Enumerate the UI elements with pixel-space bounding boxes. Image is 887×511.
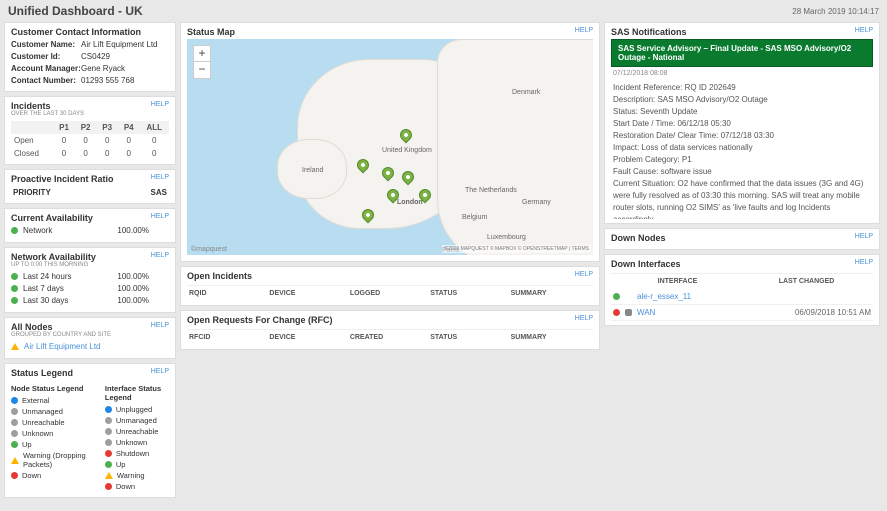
help-link[interactable]: HELP xyxy=(151,213,169,220)
down-interfaces-panel: HELP Down Interfaces INTERFACELAST CHANG… xyxy=(604,254,880,326)
help-link[interactable]: HELP xyxy=(151,174,169,181)
proactive-panel: HELP Proactive Incident Ratio PRIORITYSA… xyxy=(4,169,176,204)
help-link[interactable]: HELP xyxy=(855,233,873,240)
status-dot-icon xyxy=(11,227,18,234)
down-nodes-panel: HELP Down Nodes xyxy=(604,228,880,250)
status-dot-icon xyxy=(105,450,112,457)
status-dot-icon xyxy=(105,428,112,435)
all-nodes-panel: HELP All Nodes GROUPED BY COUNTRY AND SI… xyxy=(4,317,176,359)
incidents-panel: HELP Incidents OVER THE LAST 30 DAYS P1P… xyxy=(4,96,176,165)
map-zoom-controls: + − xyxy=(193,45,211,79)
status-dot-icon xyxy=(11,397,18,404)
rfc-panel: HELP Open Requests For Change (RFC) RFCI… xyxy=(180,310,600,350)
zoom-in-button[interactable]: + xyxy=(194,46,210,62)
status-legend-panel: HELP Status Legend Node Status Legend Ex… xyxy=(4,363,176,498)
interface-row[interactable]: WAN06/09/2018 10:51 AM xyxy=(611,305,873,321)
status-dot-icon xyxy=(105,439,112,446)
help-link[interactable]: HELP xyxy=(575,27,593,34)
help-link[interactable]: HELP xyxy=(151,322,169,329)
status-map-panel: HELP Status Map United Kingdom Ireland T… xyxy=(180,22,600,262)
warning-icon xyxy=(11,457,19,464)
help-link[interactable]: HELP xyxy=(855,27,873,34)
warning-icon xyxy=(105,472,113,479)
status-dot-icon xyxy=(11,297,18,304)
status-dot-icon xyxy=(11,472,18,479)
status-dot-icon xyxy=(11,285,18,292)
current-availability-panel: HELP Current Availability Network100.00% xyxy=(4,208,176,243)
node-item[interactable]: Air Lift Equipment Ltd xyxy=(11,342,169,351)
status-dot-icon xyxy=(105,417,112,424)
status-dot-icon xyxy=(613,309,620,316)
open-incidents-panel: HELP Open Incidents RQIDDEVICELOGGEDSTAT… xyxy=(180,266,600,306)
status-dot-icon xyxy=(11,273,18,280)
mapquest-logo: ©mapquest xyxy=(191,246,227,253)
notifications-panel: HELP SAS Notifications SAS Service Advis… xyxy=(604,22,880,224)
help-link[interactable]: HELP xyxy=(151,252,169,259)
status-dot-icon xyxy=(11,408,18,415)
warning-icon xyxy=(11,343,19,350)
status-dot-icon xyxy=(11,419,18,426)
network-availability-panel: HELP Network Availability UP TO 0:00 THI… xyxy=(4,247,176,313)
help-link[interactable]: HELP xyxy=(151,101,169,108)
notification-banner[interactable]: SAS Service Advisory – Final Update - SA… xyxy=(611,39,873,67)
status-dot-icon xyxy=(105,461,112,468)
status-dot-icon xyxy=(11,430,18,437)
contact-title: Customer Contact Information xyxy=(11,27,169,37)
map-attribution: ©2019 MAPQUEST © MAPBOX © OPENSTREETMAP … xyxy=(442,245,591,253)
status-dot-icon xyxy=(105,483,112,490)
help-link[interactable]: HELP xyxy=(575,271,593,278)
interface-icon xyxy=(625,309,632,316)
incidents-table: P1P2P3P4ALL Open00000 Closed00000 xyxy=(11,121,169,160)
page-title: Unified Dashboard - UK xyxy=(8,4,143,18)
contact-panel: Customer Contact Information Customer Na… xyxy=(4,22,176,92)
map[interactable]: United Kingdom Ireland The Netherlands B… xyxy=(187,39,593,255)
status-dot-icon xyxy=(105,406,112,413)
timestamp: 28 March 2019 10:14:17 xyxy=(792,7,879,16)
help-link[interactable]: HELP xyxy=(151,368,169,375)
help-link[interactable]: HELP xyxy=(575,315,593,322)
status-dot-icon xyxy=(613,293,620,300)
zoom-out-button[interactable]: − xyxy=(194,62,210,78)
interface-row[interactable]: ale-r_essex_11 xyxy=(611,289,873,305)
status-dot-icon xyxy=(11,441,18,448)
help-link[interactable]: HELP xyxy=(855,259,873,266)
